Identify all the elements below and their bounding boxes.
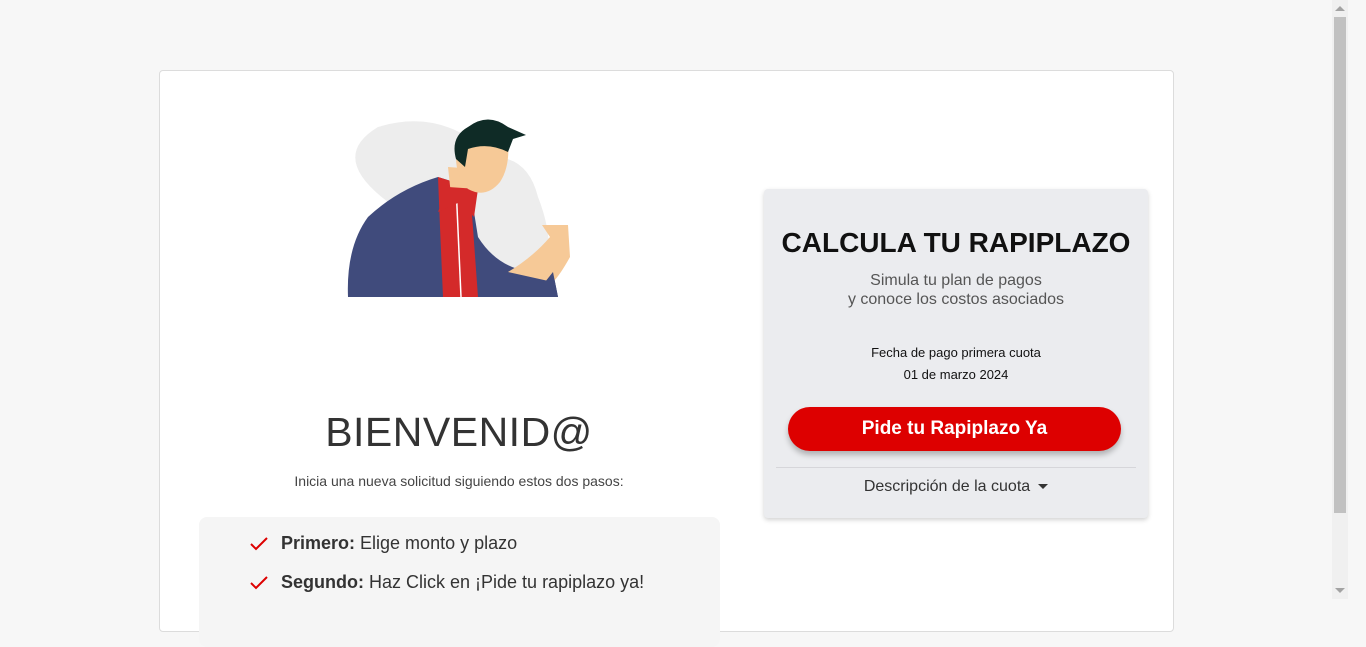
check-icon <box>250 575 268 589</box>
scroll-down-arrow-icon[interactable] <box>1335 588 1345 593</box>
calculator-panel: CALCULA TU RAPIPLAZO Simula tu plan de p… <box>764 189 1148 518</box>
vertical-scrollbar[interactable] <box>1332 0 1348 599</box>
description-toggle-label: Descripción de la cuota <box>863 478 1031 495</box>
first-payment-label: Fecha de pago primera cuota <box>871 345 1041 360</box>
step-first: Primero: Elige monto y plazo <box>249 533 517 554</box>
caret-down-icon <box>1038 484 1049 490</box>
steps-list: Primero: Elige monto y plazo Segundo: Ha… <box>199 517 720 647</box>
step-label: Segundo: <box>281 572 364 592</box>
calculator-subtitle-line2: y conoce los costos asociados <box>847 291 1065 308</box>
calculator-subtitle-line1: Simula tu plan de pagos <box>870 272 1042 289</box>
scroll-up-arrow-icon[interactable] <box>1335 6 1345 11</box>
description-toggle[interactable]: Descripción de la cuota <box>764 478 1148 496</box>
step-text: Haz Click en ¡Pide tu rapiplazo ya! <box>369 572 645 592</box>
welcome-subtitle: Inicia una nueva solicitud siguiendo est… <box>294 473 624 489</box>
first-payment-date: 01 de marzo 2024 <box>903 367 1009 382</box>
step-label: Primero: <box>281 533 356 553</box>
request-rapiplazo-button[interactable]: Pide tu Rapiplazo Ya <box>788 407 1121 451</box>
welcome-title: BIENVENID@ <box>325 409 593 455</box>
calculator-subtitle: Simula tu plan de pagos y conoce los cos… <box>764 271 1148 309</box>
check-icon <box>250 536 268 550</box>
main-card: BIENVENID@ Inicia una nueva solicitud si… <box>159 70 1174 647</box>
scrollbar-thumb[interactable] <box>1334 17 1346 513</box>
calculator-title: CALCULA TU RAPIPLAZO <box>781 227 1131 258</box>
divider <box>776 467 1136 468</box>
step-text: Elige monto y plazo <box>360 533 518 553</box>
step-second: Segundo: Haz Click en ¡Pide tu rapiplazo… <box>249 572 644 593</box>
person-illustration <box>347 119 570 298</box>
